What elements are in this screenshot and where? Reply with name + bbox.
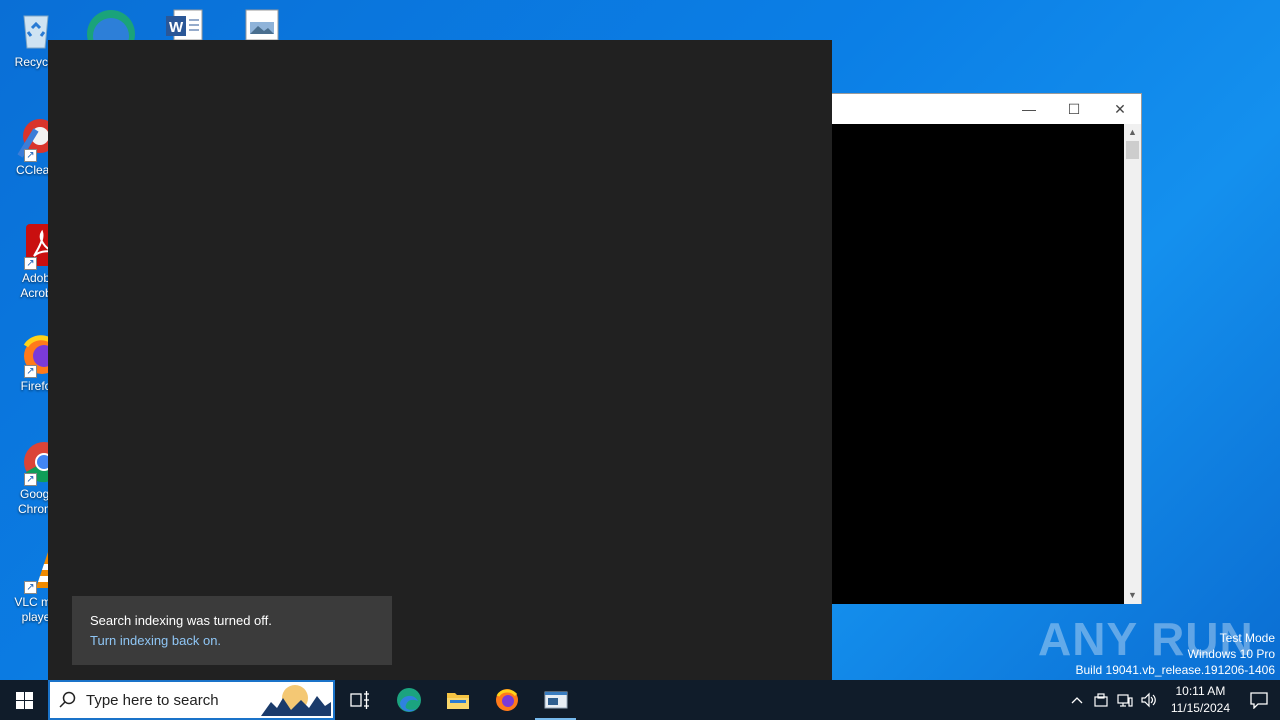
maximize-button[interactable]: ☐: [1051, 94, 1097, 124]
taskbar-console-app-button[interactable]: [531, 680, 580, 720]
search-input[interactable]: [86, 691, 266, 709]
clock-time: 10:11 AM: [1175, 684, 1226, 698]
shortcut-arrow-icon: ↗: [24, 257, 37, 270]
search-highlight-image-icon: [261, 685, 331, 716]
watermark-edition: Windows 10 Pro: [1187, 647, 1275, 661]
edge-icon: [396, 688, 421, 712]
console-window-icon: [544, 691, 567, 709]
turn-indexing-on-link[interactable]: Turn indexing back on.: [90, 631, 374, 651]
console-window[interactable]: — ☐ ✕ ▲ ▼: [792, 93, 1142, 604]
indexing-notice: Search indexing was turned off. Turn ind…: [72, 596, 392, 665]
search-icon: [50, 691, 86, 709]
vertical-scrollbar[interactable]: ▲ ▼: [1124, 124, 1141, 604]
edge-desktop-icon[interactable]: [86, 6, 135, 58]
scrollbar-thumb[interactable]: [1126, 141, 1139, 159]
start-button[interactable]: [0, 680, 48, 720]
taskbar-file-explorer-button[interactable]: [433, 680, 482, 720]
folder-icon: [446, 693, 469, 709]
notification-icon: [1250, 692, 1268, 709]
watermark-build: Build 19041.vb_release.191206-1406: [1075, 663, 1276, 677]
close-button[interactable]: ✕: [1097, 94, 1143, 124]
shortcut-arrow-icon: ↗: [24, 581, 37, 594]
volume-icon[interactable]: [1137, 680, 1161, 720]
action-center-button[interactable]: [1238, 680, 1280, 720]
taskbar-firefox-button[interactable]: [482, 680, 531, 720]
shortcut-arrow-icon: ↗: [24, 365, 37, 378]
minimize-button[interactable]: —: [1006, 94, 1052, 124]
indexing-notice-message: Search indexing was turned off.: [90, 613, 272, 628]
windows-watermark: Test Mode Windows 10 Pro Build 19041.vb_…: [1076, 630, 1276, 678]
system-tray: 10:11 AM 11/15/2024: [1065, 680, 1280, 720]
watermark-test-mode: Test Mode: [1219, 631, 1275, 645]
security-tray-icon[interactable]: [1089, 680, 1113, 720]
scroll-down-arrow-icon[interactable]: ▼: [1124, 587, 1141, 604]
search-panel: Search indexing was turned off. Turn ind…: [48, 40, 832, 680]
taskbar-edge-button[interactable]: [384, 680, 433, 720]
taskbar-search-box[interactable]: [48, 680, 335, 720]
firefox-icon: [495, 689, 518, 711]
word-document-icon[interactable]: W: [164, 6, 210, 41]
clock[interactable]: 10:11 AM 11/15/2024: [1161, 683, 1238, 717]
scroll-up-arrow-icon[interactable]: ▲: [1124, 124, 1141, 141]
svg-text:W: W: [169, 19, 184, 36]
shortcut-arrow-icon: ↗: [24, 473, 37, 486]
network-icon[interactable]: [1113, 680, 1137, 720]
windows-logo-icon: [15, 691, 33, 709]
taskbar: 10:11 AM 11/15/2024: [0, 680, 1280, 720]
task-view-button[interactable]: [335, 680, 384, 720]
task-view-icon: [349, 691, 369, 709]
shortcut-arrow-icon: ↗: [24, 149, 37, 162]
console-titlebar[interactable]: — ☐ ✕: [793, 94, 1141, 124]
show-hidden-icons-chevron-icon[interactable]: [1065, 680, 1089, 720]
image-file-icon[interactable]: [242, 6, 288, 41]
console-output-area[interactable]: [793, 124, 1126, 604]
clock-date: 11/15/2024: [1170, 701, 1230, 715]
